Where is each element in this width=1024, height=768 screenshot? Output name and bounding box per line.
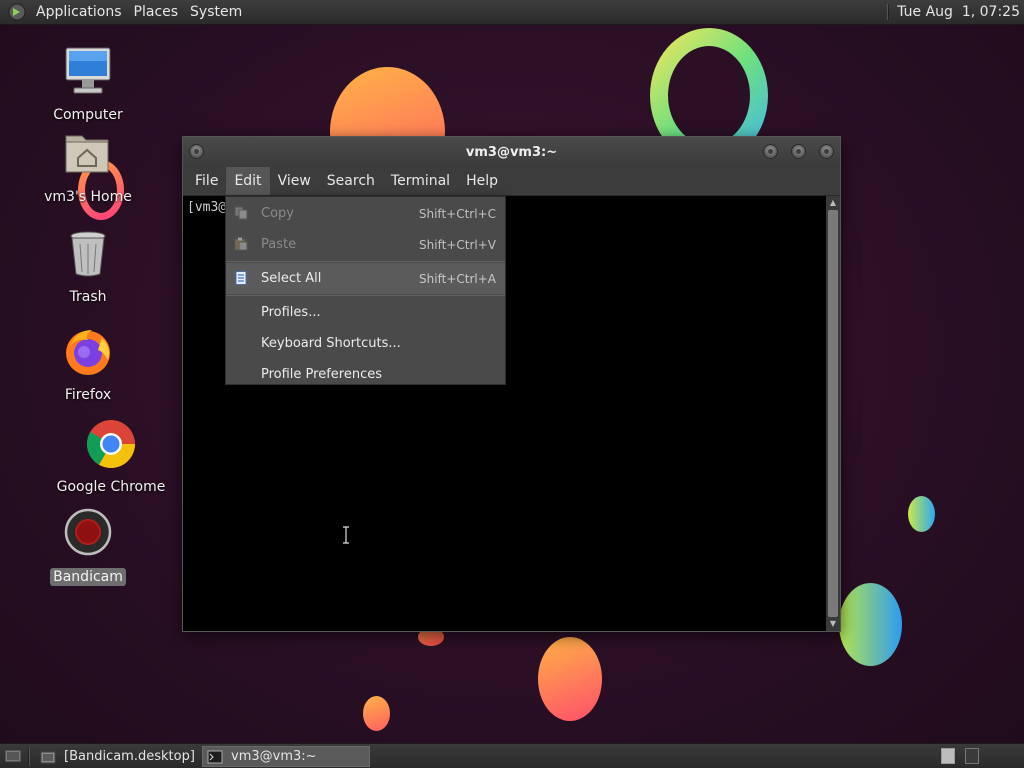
firefox-icon: [66, 330, 110, 375]
desktop-icon-home[interactable]: vm3's Home: [28, 128, 148, 206]
text-cursor-icon: [343, 526, 349, 544]
window-titlebar[interactable]: vm3@vm3:~: [183, 137, 840, 167]
menu-item-label: Keyboard Shortcuts...: [261, 336, 401, 351]
top-panel: Applications Places System Tue Aug 1, 07…: [0, 0, 1024, 25]
desktop-icon-label: Trash: [69, 289, 107, 305]
desktop-icon-firefox[interactable]: Firefox: [28, 326, 148, 404]
menu-terminal[interactable]: Terminal: [383, 167, 458, 195]
copy-icon: [234, 206, 248, 220]
terminal-prompt: [vm3@: [187, 200, 227, 215]
home-folder-icon: [65, 135, 109, 173]
desktop-icon-bandicam[interactable]: Bandicam: [28, 508, 148, 586]
menu-item-copy[interactable]: Copy Shift+Ctrl+C: [226, 198, 505, 229]
menu-system[interactable]: System: [186, 4, 250, 20]
menu-item-profile-preferences[interactable]: Profile Preferences: [226, 359, 505, 390]
desktop-icon-label: Computer: [53, 107, 123, 123]
bottom-panel: [Bandicam.desktop] vm3@vm3:~: [0, 743, 1024, 768]
taskbar-label: [Bandicam.desktop]: [64, 749, 195, 764]
chrome-icon: [86, 420, 135, 469]
desktop-icon-computer[interactable]: Computer: [28, 46, 148, 124]
menu-help[interactable]: Help: [458, 167, 506, 195]
desktop-icon-label: vm3's Home: [44, 189, 132, 205]
taskbar-button-bandicam-desktop[interactable]: [Bandicam.desktop]: [36, 746, 198, 767]
trash-icon: [70, 231, 106, 277]
desktop-icon-label: Firefox: [64, 387, 112, 403]
scrollbar-thumb[interactable]: [828, 210, 838, 617]
bandicam-icon: [64, 508, 112, 556]
menu-separator: [226, 261, 505, 262]
menu-item-keyboard-shortcuts[interactable]: Keyboard Shortcuts...: [226, 328, 505, 359]
menu-places[interactable]: Places: [130, 4, 187, 20]
close-button[interactable]: [819, 144, 834, 159]
menu-item-label: Paste: [261, 237, 297, 252]
edit-menu-dropdown: Copy Shift+Ctrl+C Paste Shift+Ctrl+V Sel…: [225, 196, 506, 385]
scroll-down-arrow-icon[interactable]: ▼: [828, 619, 838, 629]
scroll-up-arrow-icon[interactable]: ▲: [828, 198, 838, 208]
menu-separator: [226, 295, 505, 296]
menu-item-accelerator: Shift+Ctrl+C: [418, 206, 496, 221]
panel-separator: [28, 747, 30, 766]
panel-separator: [887, 4, 890, 20]
clock[interactable]: Tue Aug 1, 07:25: [897, 4, 1020, 20]
desktop-icon-label: Bandicam: [50, 568, 126, 586]
menu-edit[interactable]: Edit: [226, 167, 270, 195]
window-title: vm3@vm3:~: [465, 144, 558, 160]
menu-item-paste[interactable]: Paste Shift+Ctrl+V: [226, 229, 505, 260]
wallpaper-small-orange-blob: [363, 696, 390, 731]
desktop-icon-chrome[interactable]: Google Chrome: [51, 418, 171, 496]
select-all-icon: [235, 271, 247, 285]
menu-item-label: Copy: [261, 206, 294, 221]
menu-item-label: Select All: [261, 271, 322, 286]
menu-file[interactable]: File: [187, 167, 226, 195]
wallpaper-blue-blob-right: [908, 496, 935, 532]
menu-item-accelerator: Shift+Ctrl+A: [419, 271, 496, 286]
show-desktop-icon[interactable]: [4, 748, 22, 764]
menu-applications[interactable]: Applications: [32, 4, 130, 20]
taskbar-label: vm3@vm3:~: [231, 749, 317, 764]
menu-item-accelerator: Shift+Ctrl+V: [419, 237, 496, 252]
menu-item-label: Profile Preferences: [261, 367, 383, 382]
wallpaper-orange-blob-bottom: [538, 637, 602, 721]
menu-view[interactable]: View: [270, 167, 319, 195]
desktop-icon-label: Google Chrome: [56, 479, 166, 495]
file-manager-icon: [40, 751, 56, 763]
menu-item-profiles[interactable]: Profiles...: [226, 297, 505, 328]
terminal-menubar: File Edit View Search Terminal Help: [183, 167, 840, 196]
menu-search[interactable]: Search: [319, 167, 383, 195]
menu-item-label: Profiles...: [261, 305, 321, 320]
workspace-2[interactable]: [965, 748, 979, 764]
maximize-button[interactable]: [791, 144, 806, 159]
window-menu-button[interactable]: [189, 144, 204, 159]
mate-logo-icon[interactable]: [8, 3, 26, 21]
computer-icon: [65, 47, 111, 94]
workspace-1[interactable]: [941, 748, 955, 764]
wallpaper-green-blue-blob: [839, 583, 902, 666]
terminal-icon: [207, 750, 223, 763]
paste-icon: [234, 237, 248, 251]
minimize-button[interactable]: [763, 144, 778, 159]
menu-item-select-all[interactable]: Select All Shift+Ctrl+A: [226, 263, 505, 294]
desktop-icon-trash[interactable]: Trash: [28, 228, 148, 306]
taskbar-button-terminal[interactable]: vm3@vm3:~: [202, 746, 370, 767]
terminal-scrollbar[interactable]: ▲ ▼: [826, 196, 840, 631]
